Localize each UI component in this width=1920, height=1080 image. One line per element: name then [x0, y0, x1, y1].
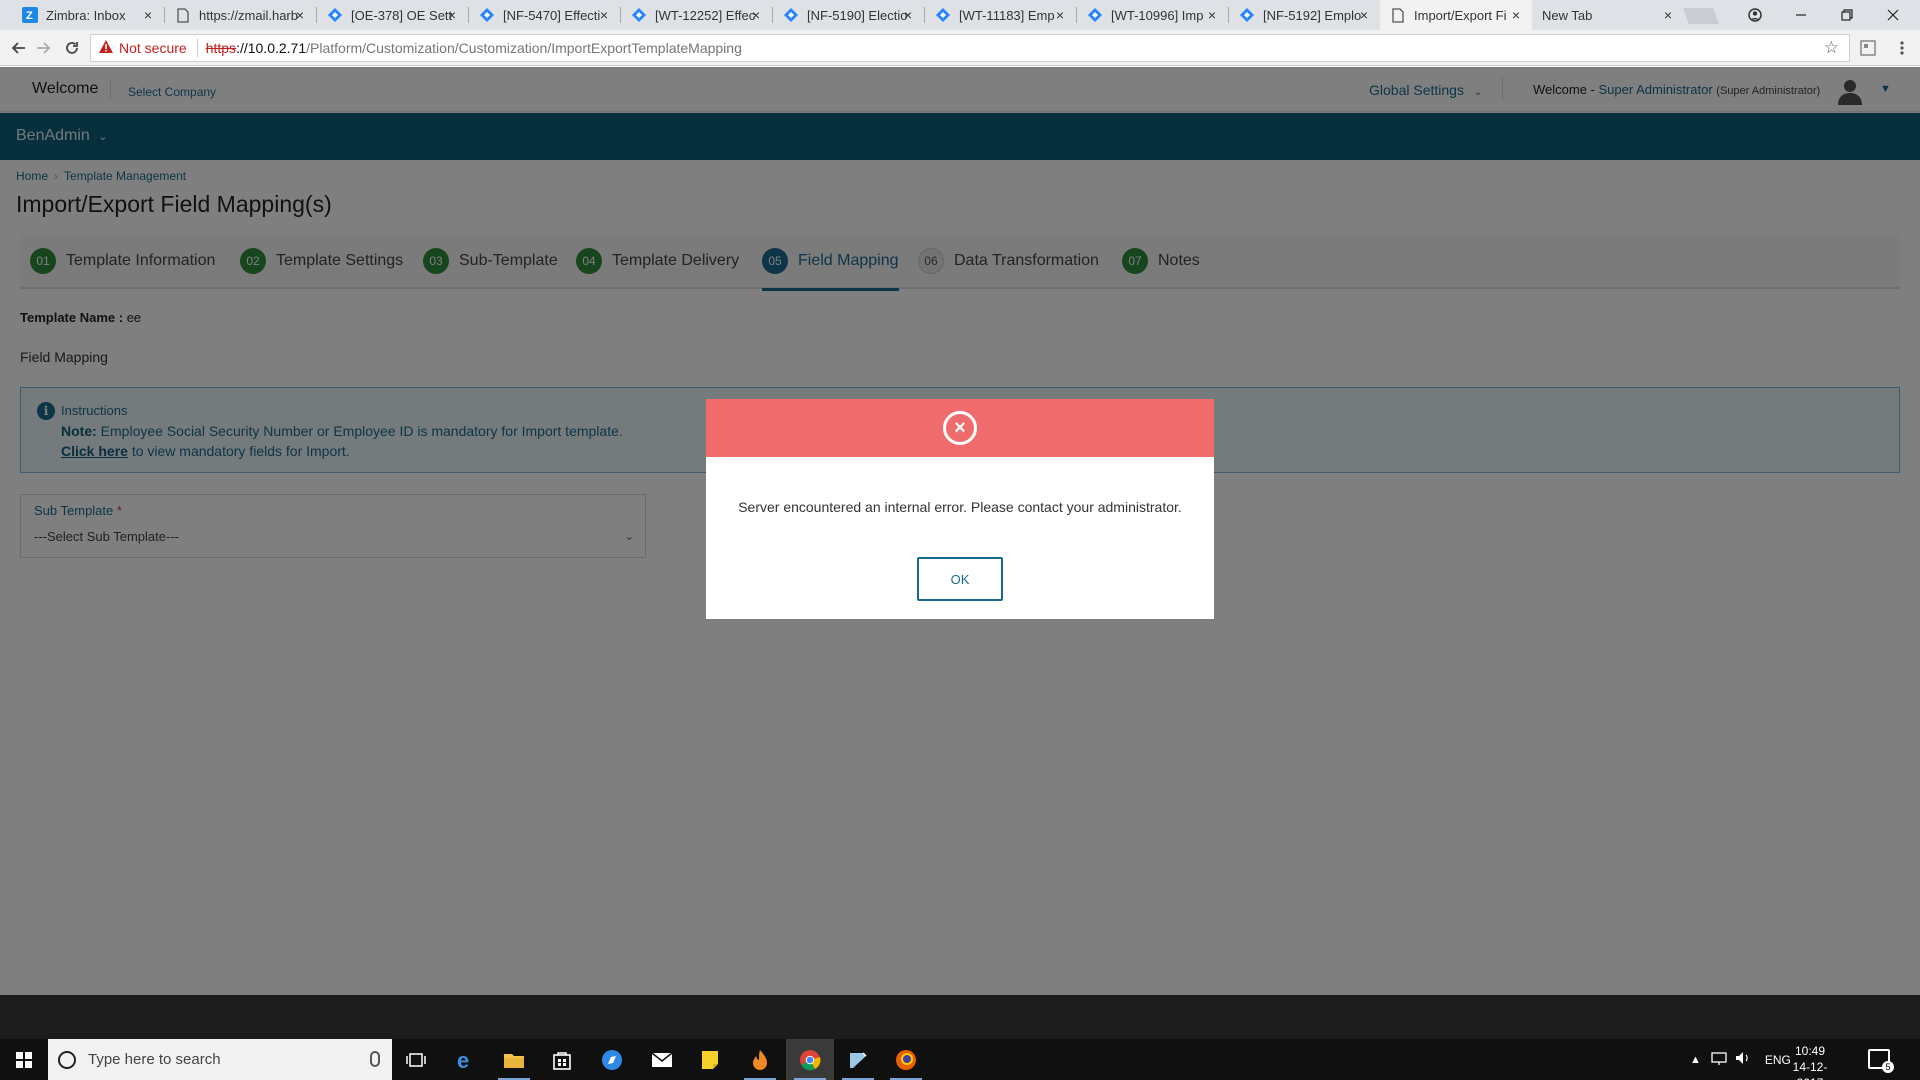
- browser-tab-strip: Z Zimbra: Inbox × https://zmail.harb × […: [0, 0, 1920, 30]
- browser-tab-wt-11183[interactable]: [WT-11183] Emp ×: [925, 0, 1076, 30]
- close-icon[interactable]: ×: [1356, 7, 1372, 23]
- browser-tab-zmail[interactable]: https://zmail.harb ×: [165, 0, 316, 30]
- tab-label: New Tab: [1542, 7, 1593, 23]
- task-view-icon[interactable]: [392, 1039, 440, 1080]
- browser-tab-wt-12252[interactable]: [WT-12252] Effec ×: [621, 0, 772, 30]
- browser-toolbar: Not secure https://10.0.2.71/Platform/Cu…: [0, 30, 1920, 66]
- clock-time: 10:49: [1794, 1044, 1826, 1058]
- browser-tab-import-export[interactable]: Import/Export Fi ×: [1380, 0, 1532, 30]
- browser-tab-wt-10996[interactable]: [WT-10996] Imp ×: [1077, 0, 1228, 30]
- error-dialog: × Server encountered an internal error. …: [706, 399, 1214, 619]
- back-arrow-icon[interactable]: [6, 36, 30, 60]
- url-scheme: https: [205, 40, 237, 56]
- address-divider: [196, 39, 198, 57]
- volume-icon[interactable]: [1735, 1051, 1751, 1068]
- file-explorer-icon[interactable]: [490, 1039, 538, 1080]
- forward-arrow-icon[interactable]: [32, 36, 56, 60]
- taskbar-search[interactable]: Type here to search: [48, 1039, 392, 1080]
- jira-icon: [479, 7, 495, 23]
- url-path: /Platform/Customization/Customization/Im…: [306, 40, 742, 56]
- close-icon[interactable]: ×: [444, 7, 460, 23]
- system-tray: ▲ ENG: [1690, 1039, 1791, 1080]
- url-host: ://10.0.2.71: [236, 40, 307, 56]
- profile-icon[interactable]: [1732, 0, 1778, 30]
- browser-tab-nf-5470[interactable]: [NF-5470] Effecti ×: [469, 0, 620, 30]
- minimize-icon[interactable]: [1778, 0, 1824, 30]
- close-icon[interactable]: ×: [1204, 7, 1220, 23]
- extension-icon[interactable]: [1858, 38, 1878, 58]
- close-icon[interactable]: ×: [1660, 7, 1676, 23]
- notepad-icon[interactable]: [834, 1039, 882, 1080]
- notification-count: 5: [1882, 1061, 1894, 1073]
- close-icon[interactable]: ×: [1052, 7, 1068, 23]
- svg-text:e: e: [457, 1049, 469, 1071]
- windows-logo-icon: [16, 1051, 32, 1068]
- address-bar[interactable]: Not secure https://10.0.2.71/Platform/Cu…: [90, 34, 1850, 62]
- restore-icon[interactable]: [1824, 0, 1870, 30]
- windows-taskbar: Type here to search e ▲ ENG 10:49 14-12-…: [0, 1039, 1920, 1080]
- jira-icon: [631, 7, 647, 23]
- safari-compass-icon[interactable]: [588, 1039, 636, 1080]
- zimbra-icon: Z: [22, 7, 38, 23]
- network-icon[interactable]: [1711, 1051, 1727, 1068]
- bookmark-star-icon[interactable]: ☆: [1824, 38, 1839, 58]
- window-close-icon[interactable]: [1870, 0, 1916, 30]
- jira-icon: [935, 7, 951, 23]
- jira-icon: [1087, 7, 1103, 23]
- browser-tab-nf-5190[interactable]: [NF-5190] Electio ×: [773, 0, 924, 30]
- app-page: Welcome Select Company Global Settings ⌄…: [0, 67, 1920, 995]
- ok-button[interactable]: OK: [917, 557, 1003, 601]
- store-icon[interactable]: [538, 1039, 586, 1080]
- browser-tab-zimbra[interactable]: Z Zimbra: Inbox ×: [12, 0, 164, 30]
- firefox-icon[interactable]: [882, 1039, 930, 1080]
- burner-app-icon[interactable]: [736, 1039, 784, 1080]
- close-icon[interactable]: ×: [748, 7, 764, 23]
- page-icon: [1390, 7, 1406, 23]
- error-dialog-header: ×: [706, 399, 1214, 457]
- error-message: Server encountered an internal error. Pl…: [738, 499, 1182, 515]
- warning-triangle-icon: [99, 40, 113, 56]
- close-icon[interactable]: ×: [140, 7, 156, 23]
- jira-icon: [783, 7, 799, 23]
- page-icon: [175, 7, 191, 23]
- page-bottom-strip: [0, 995, 1920, 1039]
- reload-icon[interactable]: [60, 36, 84, 60]
- microphone-icon[interactable]: [370, 1051, 380, 1067]
- browser-tab-nf-5192[interactable]: [NF-5192] Emplo ×: [1229, 0, 1380, 30]
- not-secure-label[interactable]: Not secure: [119, 40, 187, 56]
- chrome-icon[interactable]: [786, 1039, 834, 1080]
- close-icon[interactable]: ×: [596, 7, 612, 23]
- edge-icon[interactable]: e: [442, 1039, 490, 1080]
- taskbar-clock[interactable]: 10:49 14-12-2017: [1780, 1043, 1840, 1080]
- menu-kebab-icon[interactable]: [1892, 38, 1912, 58]
- start-button[interactable]: [0, 1039, 48, 1080]
- close-icon[interactable]: ×: [900, 7, 916, 23]
- close-icon[interactable]: ×: [292, 7, 308, 23]
- close-icon[interactable]: ×: [1508, 7, 1524, 23]
- sticky-notes-icon[interactable]: [686, 1039, 734, 1080]
- error-circle-x-icon: ×: [943, 411, 977, 445]
- jira-icon: [1239, 7, 1255, 23]
- taskbar-search-placeholder: Type here to search: [88, 1051, 221, 1068]
- cortana-icon: [58, 1050, 76, 1069]
- svg-text:Z: Z: [26, 10, 33, 22]
- new-tab-button[interactable]: [1683, 8, 1719, 24]
- jira-icon: [327, 7, 343, 23]
- clock-date: 14-12-2017: [1792, 1060, 1828, 1080]
- browser-tab-oe-378[interactable]: [OE-378] OE Sett ×: [317, 0, 468, 30]
- mail-icon[interactable]: [638, 1039, 686, 1080]
- browser-tab-new-tab[interactable]: New Tab ×: [1532, 0, 1684, 30]
- chevron-up-icon[interactable]: ▲: [1690, 1054, 1701, 1066]
